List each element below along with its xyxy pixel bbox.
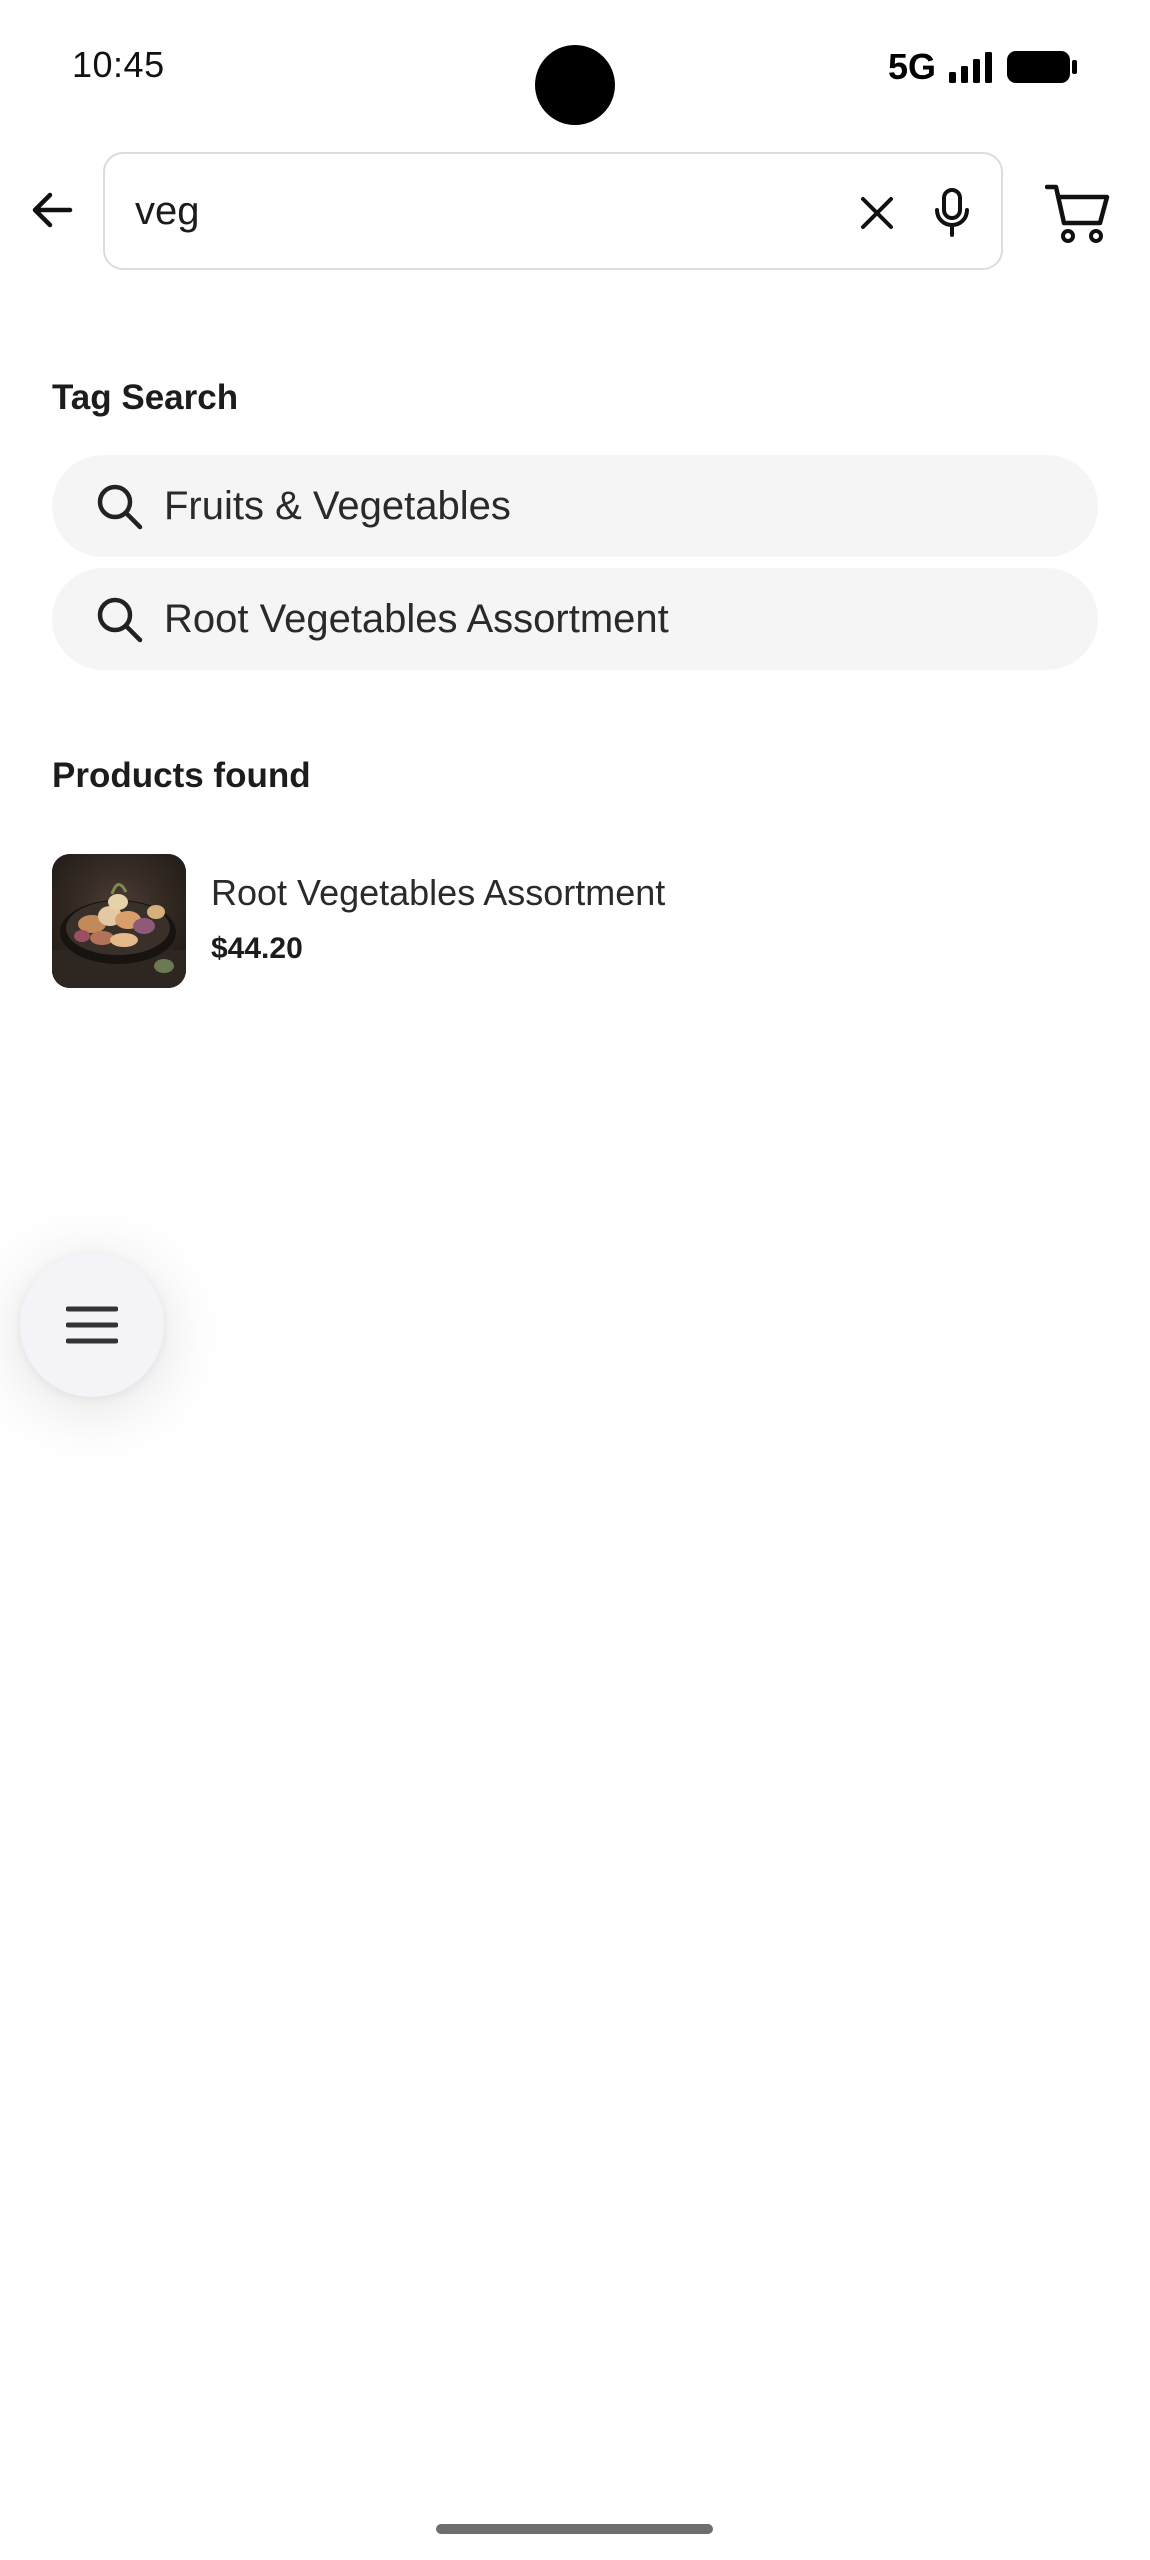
search-box [103,152,1003,270]
tag-suggestion-label: Fruits & Vegetables [164,483,511,528]
status-time: 10:45 [72,44,165,85]
microphone-icon [935,188,969,237]
product-list-item[interactable]: Root Vegetables Assortment $44.20 [52,854,1098,988]
product-name: Root Vegetables Assortment [211,872,666,913]
network-type-label: 5G [887,46,936,87]
search-input[interactable] [135,178,775,244]
product-thumbnail [52,854,186,988]
camera-cutout [535,45,615,125]
voice-search-button[interactable] [920,181,984,245]
clear-search-button[interactable] [845,181,909,245]
home-indicator[interactable] [436,2524,713,2534]
tag-search-heading: Tag Search [52,378,239,417]
back-button[interactable] [20,178,84,242]
products-found-heading: Products found [52,756,311,795]
product-price: $44.20 [211,932,303,965]
arrow-left-icon [32,192,73,228]
status-bar: 10:45 5G [0,0,1150,140]
close-icon [861,197,893,229]
battery-icon [1007,51,1077,83]
search-icon [94,594,144,644]
cart-button[interactable] [1038,174,1118,254]
shopping-cart-icon [1045,184,1110,243]
tag-suggestion[interactable]: Root Vegetables Assortment [52,568,1098,670]
search-header [0,150,1150,276]
signal-icon [949,52,992,83]
tag-suggestion-label: Root Vegetables Assortment [164,596,669,641]
status-icons: 5G [888,46,1078,88]
tag-suggestion[interactable]: Fruits & Vegetables [52,455,1098,557]
search-icon [94,481,144,531]
menu-fab-button[interactable] [20,1253,164,1397]
hamburger-menu-icon [66,1306,118,1344]
